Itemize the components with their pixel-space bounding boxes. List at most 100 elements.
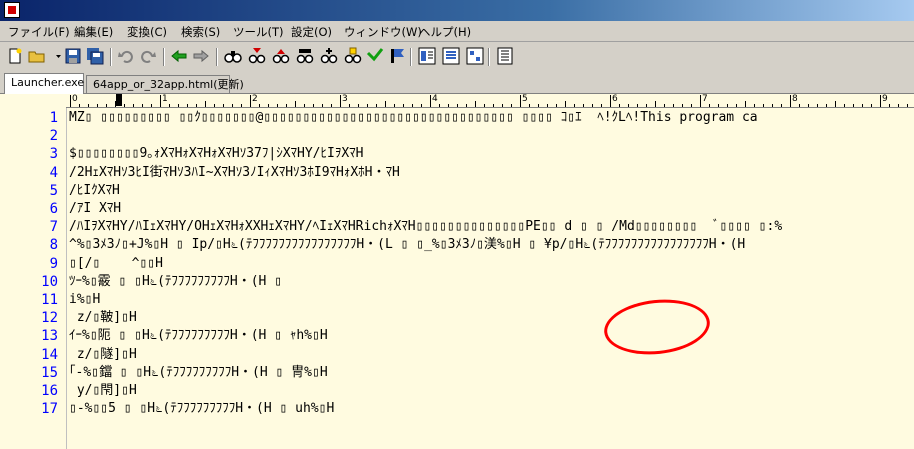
editor-line[interactable]: 14 z/▯隧]▯H xyxy=(0,346,914,364)
ruler-tick xyxy=(781,104,782,107)
line-text[interactable]: ^%▯3ﾒ3ﾉ▯+J%▯H ▯ Ip/▯H೬(ﾃﾌﾌﾌﾌﾌﾌﾌﾌﾌﾌﾌﾌﾌﾌﾌﾌ… xyxy=(69,236,914,254)
menu-search[interactable]: 検索(S) xyxy=(181,24,220,40)
editor-line[interactable]: 15 ｢-%▯鐺 ▯ ▯H೬(ﾃﾌﾌﾌﾌﾌﾌﾌﾌﾌH・(H ▯ 冑%▯H xyxy=(0,364,914,382)
tab-launcher-exe[interactable]: Launcher.exe xyxy=(4,73,84,94)
ruler-tick xyxy=(295,101,296,107)
menu-window[interactable]: ウィンドウ(W) xyxy=(344,24,422,40)
editor-line[interactable]: 5/ﾋIｸXﾏH xyxy=(0,182,914,200)
editor-line[interactable]: 3 $▯▯▯▯▯▯▯▯9｡ｫXﾏHｫXﾏHｫXﾏHｿ37ﾌ|ｼXﾏHY/ﾋIｦXﾏ… xyxy=(0,145,914,163)
line-text[interactable]: z/▯鞁]▯H xyxy=(69,309,914,327)
ruler-tick xyxy=(124,104,125,107)
line-text[interactable]: z/▯隧]▯H xyxy=(69,346,914,364)
tag-icon[interactable] xyxy=(366,47,384,65)
editor-line[interactable]: 8 ^%▯3ﾒ3ﾉ▯+J%▯H ▯ Ip/▯H೬(ﾃﾌﾌﾌﾌﾌﾌﾌﾌﾌﾌﾌﾌﾌﾌﾌ… xyxy=(0,236,914,254)
editor-line[interactable]: 7/ﾊIｦXﾏHY/ﾊIｪXﾏHY/OHｪXﾏHｫXXHｪXﾏHY/ﾍIｪXﾏH… xyxy=(0,218,914,236)
line-text[interactable]: /2HｪXﾏHｿ3ﾋI街ﾏHｿ3ﾊI~XﾏHｿ3ﾉIｨXﾏHｿ3ﾎI9ﾏHｫXﾎ… xyxy=(69,164,914,182)
ruler-tick xyxy=(790,95,791,107)
toolbar-separator xyxy=(163,48,165,66)
editor-line[interactable]: 11 i%▯H xyxy=(0,291,914,309)
line-text[interactable]: ｲｰ%▯阨 ▯ ▯H೬(ﾃﾌﾌﾌﾌﾌﾌﾌﾌﾌH・(H ▯ ｬh%▯H xyxy=(69,327,914,345)
editor-line[interactable]: 10 ﾂｰ%▯霰 ▯ ▯H೬(ﾃﾌﾌﾌﾌﾌﾌﾌﾌﾌH・(H ▯ xyxy=(0,273,914,291)
forward-icon[interactable] xyxy=(192,47,210,65)
editor-line[interactable]: 6/ｱI XﾏH xyxy=(0,200,914,218)
line-number: 1 xyxy=(49,110,58,126)
open-dropdown-icon[interactable] xyxy=(50,47,61,65)
editor-line[interactable]: 16 y/▯閇]▯H xyxy=(0,382,914,400)
ruler-label: 9 xyxy=(882,94,888,104)
editor-line[interactable]: 4/2HｪXﾏHｿ3ﾋI街ﾏHｿ3ﾊI~XﾏHｿ3ﾉIｨXﾏHｿ3ﾎI9ﾏHｫX… xyxy=(0,164,914,182)
ruler-tick xyxy=(565,101,566,107)
ruler-tick xyxy=(241,104,242,107)
save-icon[interactable] xyxy=(64,47,82,65)
new-file-icon[interactable] xyxy=(6,47,24,65)
line-text[interactable]: MZ▯ ▯▯▯▯▯▯▯▯▯ ▯▯ｸ▯▯▯▯▯▯▯@▯▯▯▯▯▯▯▯▯▯▯▯▯▯▯… xyxy=(69,109,914,127)
ruler-tick xyxy=(313,104,314,107)
undo-icon[interactable] xyxy=(117,47,135,65)
bookmark-next-icon[interactable] xyxy=(320,47,338,65)
line-text[interactable]: /ﾋIｸXﾏH xyxy=(69,182,914,200)
line-text[interactable]: y/▯閇]▯H xyxy=(69,382,914,400)
editor-line[interactable]: 13 ｲｰ%▯阨 ▯ ▯H೬(ﾃﾌﾌﾌﾌﾌﾌﾌﾌﾌH・(H ▯ ｬh%▯H xyxy=(0,327,914,345)
ruler-tick xyxy=(862,104,863,107)
toolbar-separator xyxy=(410,48,412,66)
app-icon[interactable] xyxy=(4,2,20,18)
ruler-tick xyxy=(358,104,359,107)
menu-bar: ファイル(F) 編集(E) 変換(C) 検索(S) ツール(T) 設定(O) ウ… xyxy=(0,21,914,42)
ruler-tick xyxy=(142,104,143,107)
ruler-tick xyxy=(583,104,584,107)
settings-icon[interactable] xyxy=(466,47,484,65)
ruler-tick xyxy=(736,104,737,107)
open-icon[interactable] xyxy=(28,47,46,65)
bookmark-prev-icon[interactable] xyxy=(344,47,362,65)
ruler-tick xyxy=(349,104,350,107)
tab-64app-html[interactable]: 64app_or_32app.html(更新) xyxy=(86,75,244,93)
ruler-tick xyxy=(718,104,719,107)
save-all-icon[interactable] xyxy=(86,47,104,65)
output-window-icon[interactable] xyxy=(496,47,514,65)
back-icon[interactable] xyxy=(170,47,188,65)
menu-settings[interactable]: 設定(O) xyxy=(291,24,332,40)
ruler-tick xyxy=(70,95,71,107)
ruler-tick xyxy=(538,104,539,107)
toolbar-separator xyxy=(488,48,490,66)
find-next-icon[interactable] xyxy=(248,47,266,65)
menu-file[interactable]: ファイル(F) xyxy=(8,24,70,40)
find-prev-icon[interactable] xyxy=(272,47,290,65)
menu-tools[interactable]: ツール(T) xyxy=(233,24,284,40)
ruler-tick xyxy=(232,104,233,107)
grep-icon[interactable] xyxy=(388,47,406,65)
line-text[interactable]: /ｱI XﾏH xyxy=(69,200,914,218)
editor-area[interactable]: 0123456789 1 MZ▯ ▯▯▯▯▯▯▯▯▯ ▯▯ｸ▯▯▯▯▯▯▯@▯▯▯… xyxy=(0,94,914,449)
menu-convert[interactable]: 変換(C) xyxy=(127,24,167,40)
macro-icon[interactable] xyxy=(442,47,460,65)
ruler-label: 8 xyxy=(792,94,798,104)
ruler-label: 7 xyxy=(702,94,708,104)
editor-line[interactable]: 9 ▯[/▯ ^▯▯H xyxy=(0,255,914,273)
line-text[interactable]: ▯[/▯ ^▯▯H xyxy=(69,255,914,273)
editor-line[interactable]: 17 ▯-%▯▯5 ▯ ▯H೬(ﾃﾌﾌﾌﾌﾌﾌﾌﾌﾌH・(H ▯ uh%▯H xyxy=(0,400,914,418)
menu-help[interactable]: ヘルプ(H) xyxy=(419,24,471,40)
menu-edit[interactable]: 編集(E) xyxy=(74,24,113,40)
compare-icon[interactable] xyxy=(418,47,436,65)
line-text[interactable]: ｢-%▯鐺 ▯ ▯H೬(ﾃﾌﾌﾌﾌﾌﾌﾌﾌﾌH・(H ▯ 冑%▯H xyxy=(69,364,914,382)
editor-line[interactable]: 2 xyxy=(0,127,914,145)
bookmark-icon[interactable] xyxy=(296,47,314,65)
ruler-tick xyxy=(277,104,278,107)
ruler-tick xyxy=(403,104,404,107)
find-icon[interactable] xyxy=(224,47,242,65)
ruler-tick xyxy=(529,104,530,107)
line-text[interactable]: /ﾊIｦXﾏHY/ﾊIｪXﾏHY/OHｪXﾏHｫXXHｪXﾏHY/ﾍIｪXﾏHR… xyxy=(69,218,914,236)
redo-icon[interactable] xyxy=(139,47,157,65)
line-text[interactable]: ﾂｰ%▯霰 ▯ ▯H೬(ﾃﾌﾌﾌﾌﾌﾌﾌﾌﾌH・(H ▯ xyxy=(69,273,914,291)
editor-line[interactable]: 1 MZ▯ ▯▯▯▯▯▯▯▯▯ ▯▯ｸ▯▯▯▯▯▯▯@▯▯▯▯▯▯▯▯▯▯▯▯▯▯… xyxy=(0,109,914,127)
ruler-tick xyxy=(556,104,557,107)
line-number: 11 xyxy=(41,292,58,308)
line-text[interactable]: i%▯H xyxy=(69,291,914,309)
line-text[interactable]: ▯-%▯▯5 ▯ ▯H೬(ﾃﾌﾌﾌﾌﾌﾌﾌﾌﾌH・(H ▯ uh%▯H xyxy=(69,400,914,418)
editor-line[interactable]: 12 z/▯鞁]▯H xyxy=(0,309,914,327)
ruler-tick xyxy=(520,95,521,107)
ruler-tick xyxy=(745,101,746,107)
ruler-tick xyxy=(88,104,89,107)
line-number: 2 xyxy=(49,128,58,145)
line-text[interactable]: $▯▯▯▯▯▯▯▯9｡ｫXﾏHｫXﾏHｫXﾏHｿ37ﾌ|ｼXﾏHY/ﾋIｦXﾏH xyxy=(69,145,914,163)
